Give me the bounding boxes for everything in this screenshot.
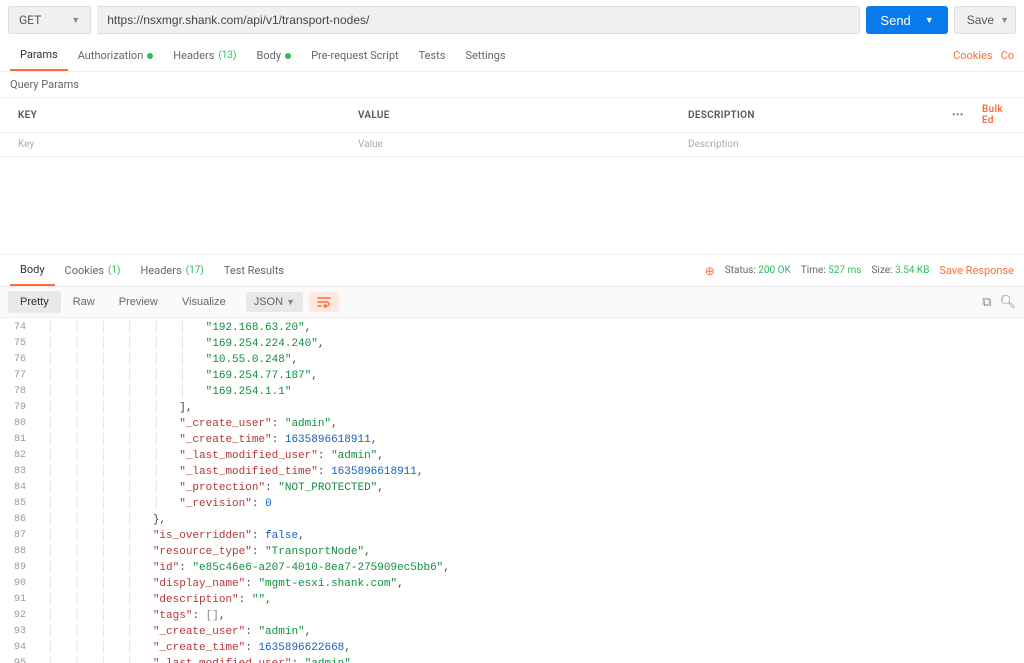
code-line: 85 │ │ │ │ │ "_revision": 0 [0,496,1024,512]
query-params-row[interactable]: Key Value Description [0,133,1024,157]
code-line: 74 │ │ │ │ │ │ "192.168.63.20", [0,320,1024,336]
query-params-head: KEY VALUE DESCRIPTION ••• Bulk Ed [0,98,1024,133]
code-line: 84 │ │ │ │ │ "_protection": "NOT_PROTECT… [0,480,1024,496]
request-tabs: Params Authorization Headers(13) Body Pr… [0,40,1024,72]
dot-icon [285,53,291,59]
code-line: 92 │ │ │ │ "tags": [], [0,608,1024,624]
col-description: DESCRIPTION [670,104,934,127]
format-bar: Pretty Raw Preview Visualize JSON ▼ ⧉ 🔍︎ [0,287,1024,318]
wrap-lines-icon[interactable] [309,292,339,312]
tab-authorization[interactable]: Authorization [68,41,164,70]
code-line: 79 │ │ │ │ │ ], [0,400,1024,416]
tab-headers[interactable]: Headers(13) [163,41,246,70]
resp-tab-headers[interactable]: Headers(17) [131,256,214,285]
network-icon[interactable]: ⊕ [705,264,715,278]
bulk-edit-link[interactable]: Bulk Ed [964,98,1024,132]
fmt-lang-select[interactable]: JSON ▼ [246,292,303,312]
code-line: 87 │ │ │ │ "is_overridden": false, [0,528,1024,544]
code-line: 81 │ │ │ │ │ "_create_time": 16358966189… [0,432,1024,448]
tab-settings[interactable]: Settings [455,41,515,70]
col-key: KEY [0,104,340,127]
resp-tab-body[interactable]: Body [10,255,55,286]
chevron-down-icon[interactable]: ▼ [1000,15,1009,25]
chevron-down-icon[interactable]: ▼ [925,15,934,25]
search-icon[interactable]: 🔍︎ [999,295,1016,310]
code-line: 76 │ │ │ │ │ │ "10.55.0.248", [0,352,1024,368]
value-cell[interactable]: Value [340,133,670,156]
code-line: 83 │ │ │ │ │ "_last_modified_time": 1635… [0,464,1024,480]
save-label: Save [967,13,994,27]
key-cell[interactable]: Key [0,133,340,156]
desc-cell[interactable]: Description [670,133,934,156]
response-body[interactable]: 74 │ │ │ │ │ │ "192.168.63.20",75 │ │ │ … [0,318,1024,663]
save-response-link[interactable]: Save Response [939,264,1014,277]
code-line: 90 │ │ │ │ "display_name": "mgmt-esxi.sh… [0,576,1024,592]
code-line: 78 │ │ │ │ │ │ "169.254.1.1" [0,384,1024,400]
status-label: Status: 200 OK [725,265,791,276]
code-line: 86 │ │ │ │ }, [0,512,1024,528]
fmt-raw[interactable]: Raw [61,291,107,313]
code-line: 82 │ │ │ │ │ "_last_modified_user": "adm… [0,448,1024,464]
tab-prerequest[interactable]: Pre-request Script [301,41,409,70]
code-line: 94 │ │ │ │ "_create_time": 1635896622668… [0,640,1024,656]
code-line: 93 │ │ │ │ "_create_user": "admin", [0,624,1024,640]
tab-params[interactable]: Params [10,40,68,71]
code-line: 80 │ │ │ │ │ "_create_user": "admin", [0,416,1024,432]
fmt-pretty[interactable]: Pretty [8,291,61,313]
col-value: VALUE [340,104,670,127]
copy-icon[interactable]: ⧉ [982,295,991,310]
tab-tests[interactable]: Tests [409,41,456,70]
url-input[interactable] [97,6,860,34]
http-method-select[interactable]: GET ▼ [8,6,91,34]
query-params-title: Query Params [0,72,1024,97]
send-label: Send [880,13,910,28]
divider [0,157,1024,255]
code-link[interactable]: Co [1001,49,1014,62]
save-button[interactable]: Save ▼ [954,6,1016,34]
code-line: 88 │ │ │ │ "resource_type": "TransportNo… [0,544,1024,560]
resp-tab-cookies[interactable]: Cookies(1) [55,256,131,285]
code-line: 75 │ │ │ │ │ │ "169.254.224.240", [0,336,1024,352]
http-method-value: GET [19,13,41,27]
request-bar: GET ▼ Send ▼ Save ▼ [0,0,1024,40]
response-tabs: Body Cookies(1) Headers(17) Test Results… [0,255,1024,287]
resp-tab-testresults[interactable]: Test Results [214,256,294,285]
code-line: 77 │ │ │ │ │ │ "169.254.77.187", [0,368,1024,384]
fmt-visualize[interactable]: Visualize [170,291,238,313]
fmt-preview[interactable]: Preview [107,291,170,313]
code-line: 91 │ │ │ │ "description": "", [0,592,1024,608]
cookies-link[interactable]: Cookies [953,49,992,62]
dot-icon [147,53,153,59]
tab-body[interactable]: Body [247,41,302,70]
code-line: 95 │ │ │ │ "_last_modified_user": "admin… [0,656,1024,663]
send-button[interactable]: Send ▼ [866,6,947,34]
chevron-down-icon: ▼ [71,15,80,26]
query-params-table: KEY VALUE DESCRIPTION ••• Bulk Ed Key Va… [0,97,1024,157]
time-label: Time: 527 ms [801,265,862,276]
size-label: Size: 3.54 KB [871,265,929,276]
code-line: 89 │ │ │ │ "id": "e85c46e6-a207-4010-8ea… [0,560,1024,576]
